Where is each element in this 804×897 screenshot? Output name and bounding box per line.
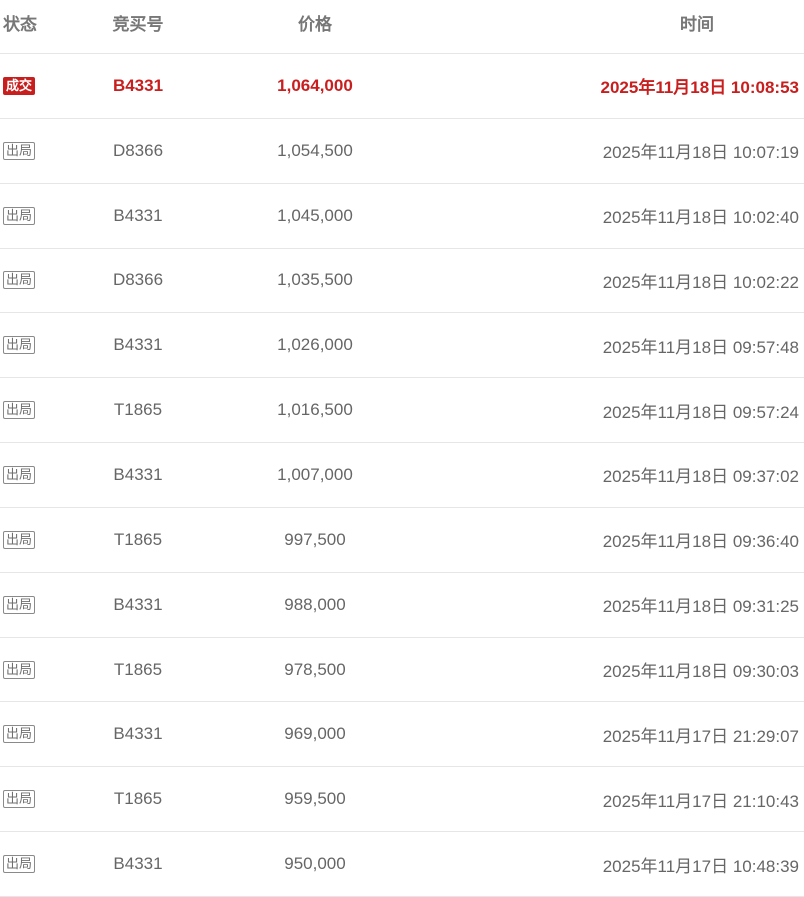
- status-badge-out: 出局: [3, 141, 36, 160]
- bid-time: 2025年11月17日 21:29:07: [602, 726, 799, 746]
- table-row: 出局 T1865 1,016,500 2025年11月18日 09:57:24: [0, 378, 804, 444]
- header-time: 时间: [680, 15, 714, 34]
- header-status: 状态: [3, 15, 37, 34]
- bid-time: 2025年11月18日 10:08:53: [600, 78, 799, 98]
- bid-time: 2025年11月18日 09:57:48: [602, 337, 799, 357]
- bid-price: 950,000: [284, 854, 346, 874]
- status-badge-deal: 成交: [3, 76, 36, 95]
- bidder-id: B4331: [113, 335, 163, 355]
- bid-time: 2025年11月18日 09:30:03: [602, 662, 799, 682]
- bid-price: 1,007,000: [277, 464, 353, 484]
- bidder-id: B4331: [113, 205, 163, 225]
- status-badge-out: 出局: [3, 206, 36, 225]
- bidder-id: D8366: [112, 140, 164, 160]
- bid-price: 969,000: [284, 724, 346, 744]
- bidder-id: T1865: [113, 789, 163, 809]
- header-bidder: 竞买号: [112, 15, 164, 34]
- bid-price: 1,045,000: [277, 205, 353, 225]
- bidder-id: T1865: [113, 659, 163, 679]
- bidder-id: B4331: [113, 594, 163, 614]
- bid-time: 2025年11月18日 09:31:25: [602, 597, 799, 617]
- bid-time: 2025年11月18日 10:02:22: [602, 272, 799, 292]
- bid-price: 1,035,500: [277, 270, 353, 290]
- bidder-id: D8366: [112, 270, 164, 290]
- status-badge-out: 出局: [3, 401, 36, 420]
- bid-price: 1,054,500: [277, 140, 353, 160]
- bid-price: 997,500: [284, 529, 346, 549]
- header-price: 价格: [298, 15, 332, 34]
- table-row: 出局 D8366 1,035,500 2025年11月18日 10:02:22: [0, 249, 804, 314]
- status-badge-out: 出局: [3, 725, 36, 744]
- table-row: 出局 B4331 1,026,000 2025年11月18日 09:57:48: [0, 313, 804, 379]
- bid-price: 1,064,000: [277, 75, 353, 95]
- bid-price: 988,000: [284, 594, 346, 614]
- bidder-id: B4331: [113, 464, 163, 484]
- status-badge-out: 出局: [3, 530, 36, 549]
- table-row: 出局 B4331 988,000 2025年11月18日 09:31:25: [0, 573, 804, 638]
- table-row: 成交 B4331 1,064,000 2025年11月18日 10:08:53: [0, 54, 804, 119]
- status-badge-out: 出局: [3, 465, 36, 484]
- bidder-id: T1865: [113, 529, 163, 549]
- bid-time: 2025年11月18日 10:07:19: [602, 143, 799, 163]
- bid-price: 1,016,500: [277, 400, 353, 420]
- table-row: 出局 T1865 997,500 2025年11月18日 09:36:40: [0, 508, 804, 573]
- bid-price: 959,500: [284, 789, 346, 809]
- table-row: 出局 B4331 950,000 2025年11月17日 10:48:39: [0, 832, 804, 897]
- bid-price: 1,026,000: [277, 335, 353, 355]
- table-row: 出局 T1865 978,500 2025年11月18日 09:30:03: [0, 638, 804, 703]
- table-row: 出局 B4331 1,045,000 2025年11月18日 10:02:40: [0, 184, 804, 249]
- bid-time: 2025年11月17日 10:48:39: [602, 856, 799, 876]
- status-badge-out: 出局: [3, 595, 36, 614]
- bid-time: 2025年11月18日 09:37:02: [602, 467, 799, 487]
- bidder-id: T1865: [113, 400, 163, 420]
- table-row: 出局 D8366 1,054,500 2025年11月18日 10:07:19: [0, 119, 804, 184]
- bidder-id: B4331: [113, 724, 163, 744]
- bidder-id: B4331: [112, 75, 164, 95]
- status-badge-out: 出局: [3, 790, 36, 809]
- status-badge-out: 出局: [3, 336, 36, 355]
- bid-time: 2025年11月17日 21:10:43: [602, 791, 799, 811]
- bid-record-table: 状态 竞买号 价格 时间 成交 B4331 1,064,000 2025年11月…: [0, 0, 804, 897]
- table-row: 出局 T1865 959,500 2025年11月17日 21:10:43: [0, 767, 804, 833]
- table-row: 出局 B4331 969,000 2025年11月17日 21:29:07: [0, 702, 804, 768]
- bid-time: 2025年11月18日 09:36:40: [602, 532, 799, 552]
- table-row: 出局 B4331 1,007,000 2025年11月18日 09:37:02: [0, 443, 804, 508]
- status-badge-out: 出局: [3, 660, 36, 679]
- bidder-id: B4331: [113, 854, 163, 874]
- status-badge-out: 出局: [3, 855, 36, 874]
- status-badge-out: 出局: [3, 271, 36, 290]
- bid-time: 2025年11月18日 09:57:24: [602, 402, 799, 422]
- bid-time: 2025年11月18日 10:02:40: [602, 208, 799, 228]
- bid-price: 978,500: [284, 659, 346, 679]
- table-header: 状态 竞买号 价格 时间: [0, 0, 804, 54]
